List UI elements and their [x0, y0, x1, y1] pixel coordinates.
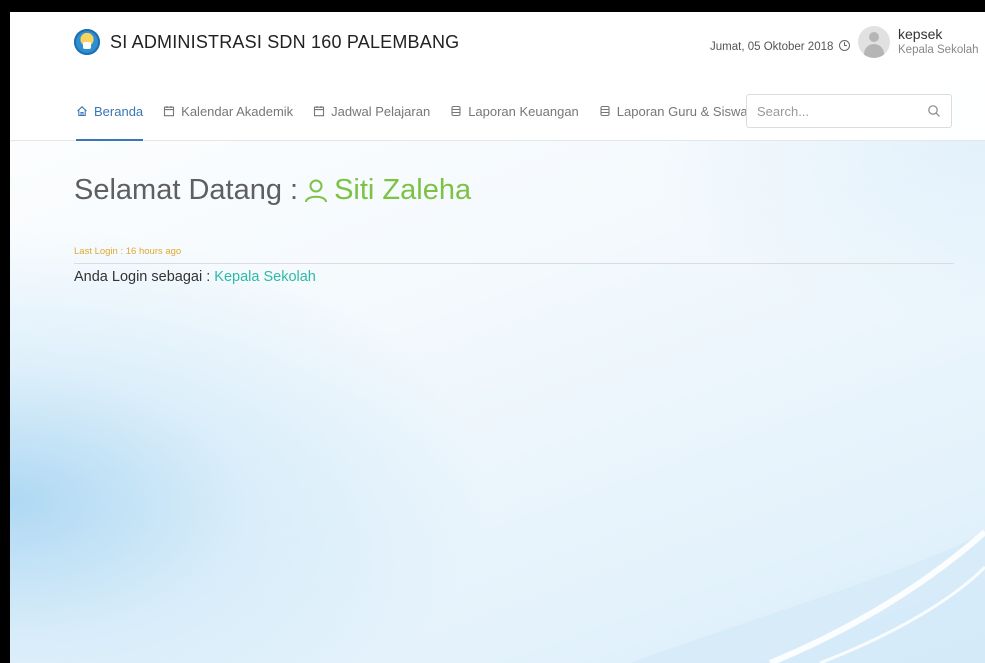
date-text: Jumat, 05 Oktober 2018 [710, 41, 834, 53]
welcome-heading: Selamat Datang : Siti Zaleha [74, 174, 471, 207]
database-icon [451, 105, 461, 117]
nav-label: Beranda [94, 103, 144, 119]
main-navbar: Beranda Kalendar Akademik Jadwal Pelajar… [10, 82, 985, 141]
greeting-name: Siti Zaleha [334, 174, 472, 206]
login-role-line: Anda Login sebagai : Kepala Sekolah [74, 269, 316, 285]
nav-label: Kalendar Akademik [181, 103, 294, 119]
app-window: SI ADMINISTRASI SDN 160 PALEMBANG Jumat,… [10, 12, 985, 663]
user-name[interactable]: kepsek [898, 26, 942, 42]
nav-item-beranda[interactable]: Beranda [66, 82, 153, 141]
nav-menu: Beranda Kalendar Akademik Jadwal Pelajar… [66, 82, 758, 141]
nav-item-laporan-guru-siswa[interactable]: Laporan Guru & Siswa [589, 82, 758, 140]
avatar[interactable] [858, 26, 890, 58]
calendar-icon [314, 106, 325, 117]
nav-label: Jadwal Pelajaran [331, 103, 431, 119]
nav-item-kalendar-akademik[interactable]: Kalendar Akademik [153, 82, 303, 140]
clock-icon [838, 40, 850, 51]
nav-item-jadwal-pelajaran[interactable]: Jadwal Pelajaran [303, 82, 440, 140]
role-value: Kepala Sekolah [214, 269, 316, 285]
search-input[interactable] [747, 95, 937, 127]
greeting-prefix: Selamat Datang : [74, 174, 299, 206]
app-title[interactable]: SI ADMINISTRASI SDN 160 PALEMBANG [110, 32, 459, 53]
last-login-text: Last Login : 16 hours ago [74, 246, 182, 257]
home-icon [77, 106, 87, 117]
calendar-icon [164, 106, 175, 117]
top-header: SI ADMINISTRASI SDN 160 PALEMBANG Jumat,… [10, 12, 985, 83]
search-box [746, 94, 952, 128]
nav-label: Laporan Guru & Siswa [616, 103, 748, 119]
school-logo-icon [74, 29, 100, 55]
nav-item-laporan-keuangan[interactable]: Laporan Keuangan [440, 82, 589, 140]
user-icon [305, 179, 328, 202]
nav-label: Laporan Keuangan [468, 103, 579, 119]
role-prefix: Anda Login sebagai : [74, 269, 211, 285]
current-date: Jumat, 05 Oktober 2018 [710, 39, 850, 53]
divider [74, 263, 954, 264]
search-icon[interactable] [927, 104, 941, 118]
database-icon [600, 105, 610, 117]
user-role: Kepala Sekolah [898, 44, 979, 56]
